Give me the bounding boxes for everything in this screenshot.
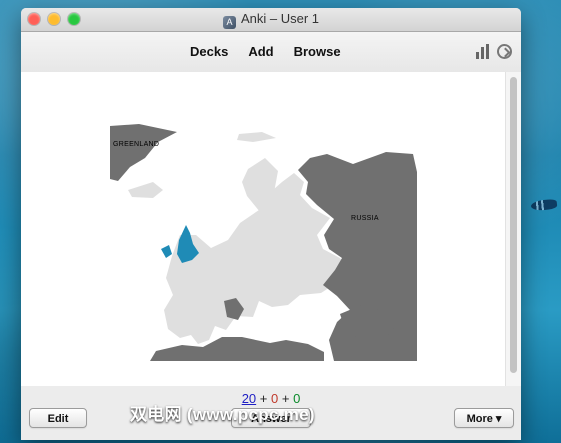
browse-link[interactable]: Browse [294, 44, 341, 59]
card-review-area: GREENLAND RUSSIA [21, 72, 521, 387]
decks-link[interactable]: Decks [190, 44, 228, 59]
toolbar-icons [476, 44, 512, 59]
stats-icon[interactable] [476, 44, 491, 59]
anki-window: A Anki – User 1 Decks Add Browse GREENLA… [21, 8, 521, 440]
russia-label: RUSSIA [351, 215, 379, 222]
window-title-wrap: A Anki – User 1 [21, 11, 521, 29]
scrollbar-thumb[interactable] [510, 77, 517, 373]
window-title: Anki – User 1 [240, 11, 320, 26]
watermark-text: 双电网 (www.pcpc.me) [130, 405, 315, 424]
top-navigation: Decks Add Browse [190, 44, 341, 59]
title-bar: A Anki – User 1 [21, 8, 521, 32]
greenland-label: GREENLAND [113, 141, 159, 148]
main-toolbar: Decks Add Browse [21, 32, 521, 73]
sync-icon[interactable] [497, 44, 512, 59]
europe-map-card: GREENLAND RUSSIA [110, 124, 417, 361]
more-button[interactable]: More ▾ [454, 408, 514, 428]
vertical-scrollbar[interactable] [505, 72, 521, 386]
europe-map: GREENLAND RUSSIA [110, 124, 417, 361]
anki-app-icon: A [222, 16, 236, 29]
add-link[interactable]: Add [248, 44, 273, 59]
edit-button[interactable]: Edit [29, 408, 87, 428]
